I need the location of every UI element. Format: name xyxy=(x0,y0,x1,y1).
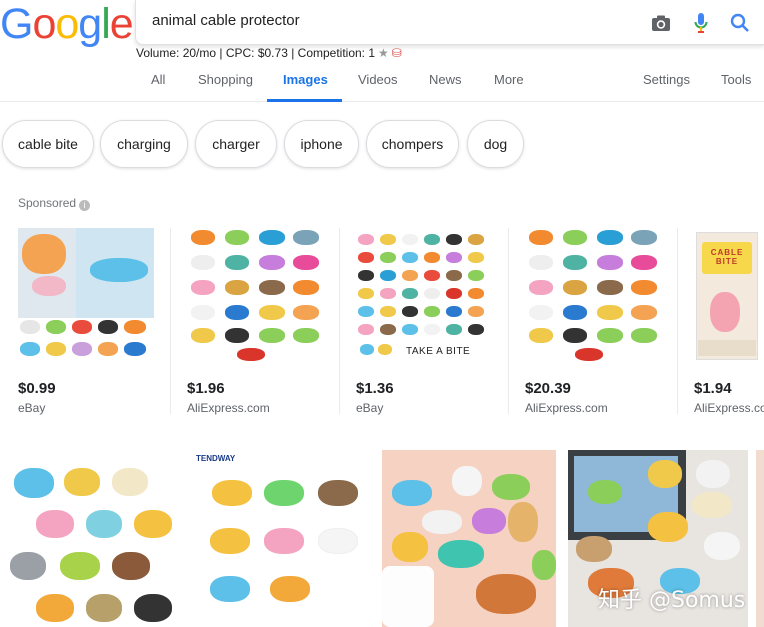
tab-all[interactable]: All xyxy=(151,72,165,87)
sponsored-text: Sponsored xyxy=(18,196,77,210)
info-icon[interactable]: i xyxy=(79,200,91,211)
result-brand-text: TENDWAY xyxy=(196,454,236,463)
divider xyxy=(508,228,509,414)
chip-cable-bite[interactable]: cable bite xyxy=(2,120,94,168)
search-input[interactable] xyxy=(152,12,612,29)
chip-dog[interactable]: dog xyxy=(467,120,524,168)
chip-charging[interactable]: charging xyxy=(100,120,188,168)
tab-shopping[interactable]: Shopping xyxy=(198,72,253,87)
result-edge xyxy=(756,450,764,627)
product-overlay-text: CABLE BITE xyxy=(710,248,744,266)
product-image xyxy=(525,228,661,362)
product-seller: AliExpress.com xyxy=(694,401,764,415)
tab-settings[interactable]: Settings xyxy=(643,72,690,87)
product-price: $1.36 xyxy=(356,380,394,397)
logo-letter: e xyxy=(109,0,134,48)
active-tab-indicator xyxy=(267,99,342,102)
tab-videos[interactable]: Videos xyxy=(358,72,398,87)
product-card[interactable]: $20.39 AliExpress.com xyxy=(525,228,677,418)
product-image: TAKE A BITE xyxy=(356,228,492,362)
tab-images[interactable]: Images xyxy=(283,72,328,87)
divider xyxy=(339,228,340,414)
logo-letter: g xyxy=(78,0,102,48)
product-seller: AliExpress.com xyxy=(187,401,270,415)
camera-icon[interactable] xyxy=(648,10,674,36)
product-card[interactable]: $1.96 AliExpress.com xyxy=(187,228,339,418)
product-card[interactable]: CABLE BITE $1.94 AliExpress.com xyxy=(694,228,764,418)
keyword-metrics: Volume: 20/mo | CPC: $0.73 | Competition… xyxy=(136,46,402,60)
product-seller: AliExpress.com xyxy=(525,401,608,415)
image-result[interactable] xyxy=(0,450,188,627)
search-icon[interactable] xyxy=(727,10,753,36)
logo-letter: l xyxy=(101,0,111,48)
logo-letter: o xyxy=(55,0,79,48)
product-seller: eBay xyxy=(18,401,46,415)
database-icon[interactable]: ⛁ xyxy=(392,46,402,60)
divider xyxy=(677,228,678,414)
star-icon[interactable]: ★ xyxy=(378,46,389,60)
keyword-metrics-text: Volume: 20/mo | CPC: $0.73 | Competition… xyxy=(136,46,376,60)
divider xyxy=(170,228,171,414)
product-image xyxy=(18,228,154,362)
tab-tools[interactable]: Tools xyxy=(721,72,751,87)
product-image: CABLE BITE xyxy=(694,228,760,362)
product-image xyxy=(187,228,323,362)
logo-letter: G xyxy=(0,0,33,48)
sponsored-label: Sponsored i xyxy=(18,196,91,211)
chip-iphone[interactable]: iphone xyxy=(284,120,359,168)
product-price: $20.39 xyxy=(525,380,571,397)
image-result[interactable]: TENDWAY xyxy=(190,450,376,627)
product-overlay-text: TAKE A BITE xyxy=(406,346,471,357)
search-box xyxy=(135,0,764,45)
product-price: $0.99 xyxy=(18,380,56,397)
chip-charger[interactable]: charger xyxy=(195,120,277,168)
logo-letter: o xyxy=(32,0,56,48)
image-result[interactable] xyxy=(382,450,556,627)
watermark-text: 知乎 @Somus xyxy=(598,588,746,613)
google-logo[interactable]: Google xyxy=(0,0,134,48)
product-card[interactable]: $0.99 eBay xyxy=(18,228,170,418)
search-tabs: All Shopping Images Videos News More Set… xyxy=(0,62,764,102)
product-price: $1.94 xyxy=(694,380,732,397)
tab-more[interactable]: More xyxy=(494,72,524,87)
microphone-icon[interactable] xyxy=(688,10,714,36)
product-seller: eBay xyxy=(356,401,384,415)
product-price: $1.96 xyxy=(187,380,225,397)
chip-chompers[interactable]: chompers xyxy=(366,120,459,168)
product-card[interactable]: TAKE A BITE $1.36 eBay xyxy=(356,228,508,418)
tab-news[interactable]: News xyxy=(429,72,462,87)
